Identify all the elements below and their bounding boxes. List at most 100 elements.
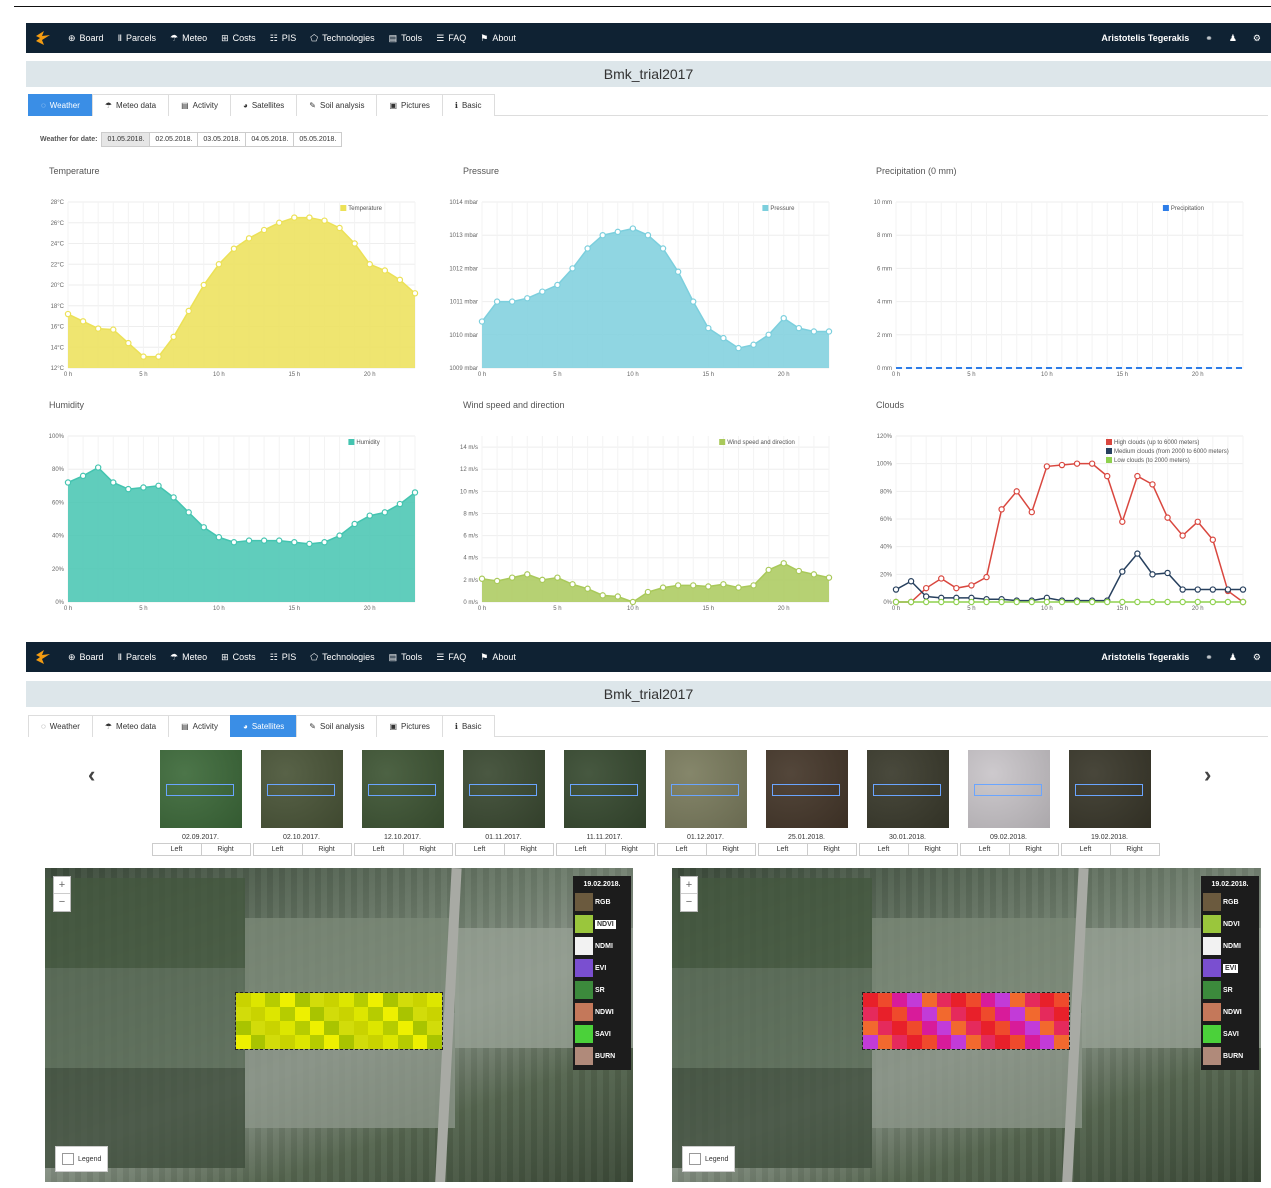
- thumbnail-image[interactable]: [563, 750, 646, 828]
- glasses-icon[interactable]: ⚭: [1205, 33, 1213, 44]
- left-button[interactable]: Left: [252, 843, 303, 856]
- layer-savi[interactable]: SAVI: [1203, 1023, 1257, 1045]
- left-button[interactable]: Left: [757, 843, 808, 856]
- legend-toggle[interactable]: Legend: [682, 1146, 736, 1172]
- nav-item-parcels[interactable]: Ⅱ Parcels: [118, 652, 156, 663]
- nav-item-tools[interactable]: ▤ Tools: [389, 33, 423, 44]
- tab-pictures[interactable]: ▣ Pictures: [376, 94, 443, 116]
- tab-weather[interactable]: ◌ Weather: [28, 94, 93, 116]
- left-button[interactable]: Left: [454, 843, 505, 856]
- left-button[interactable]: Left: [959, 843, 1010, 856]
- nav-item-costs[interactable]: ⊞ Costs: [221, 652, 256, 663]
- legend-toggle[interactable]: Legend: [55, 1146, 109, 1172]
- nav-item-costs[interactable]: ⊞ Costs: [221, 33, 256, 44]
- layer-evi[interactable]: EVI: [1203, 957, 1257, 979]
- right-button[interactable]: Right: [806, 843, 857, 856]
- nav-item-meteo[interactable]: ☂ Meteo: [170, 652, 207, 663]
- thumbnail-image[interactable]: [765, 750, 848, 828]
- tab-weather[interactable]: ◌ Weather: [28, 715, 93, 737]
- layer-savi[interactable]: SAVI: [575, 1023, 629, 1045]
- settings-icon[interactable]: ⚙: [1253, 652, 1261, 663]
- layer-sr[interactable]: SR: [575, 979, 629, 1001]
- glasses-icon[interactable]: ⚭: [1205, 652, 1213, 663]
- tab-soil-analysis[interactable]: ✎ Soil analysis: [296, 715, 378, 737]
- tab-activity[interactable]: ▤ Activity: [168, 94, 231, 116]
- tab-basic[interactable]: ℹ Basic: [441, 715, 495, 737]
- tab-activity[interactable]: ▤ Activity: [168, 715, 231, 737]
- right-button[interactable]: Right: [907, 843, 958, 856]
- legend-checkbox[interactable]: [689, 1153, 701, 1165]
- layer-rgb[interactable]: RGB: [575, 891, 629, 913]
- layer-ndvi[interactable]: NDVI: [575, 913, 629, 935]
- left-button[interactable]: Left: [858, 843, 909, 856]
- satellite-map-right[interactable]: + − 19.02.2018. RGB NDVI NDMI EVI SR NDWI SAVI BUR…: [672, 868, 1261, 1182]
- thumbnail-image[interactable]: [361, 750, 444, 828]
- right-button[interactable]: Right: [1109, 843, 1160, 856]
- layer-rgb[interactable]: RGB: [1203, 891, 1257, 913]
- thumbnail-image[interactable]: [260, 750, 343, 828]
- nav-item-board[interactable]: ⊕ Board: [68, 652, 104, 663]
- nav-item-parcels[interactable]: Ⅱ Parcels: [118, 33, 156, 44]
- thumbnail-image[interactable]: [967, 750, 1050, 828]
- layer-sr[interactable]: SR: [1203, 979, 1257, 1001]
- left-button[interactable]: Left: [1060, 843, 1111, 856]
- tab-soil-analysis[interactable]: ✎ Soil analysis: [296, 94, 378, 116]
- user-name[interactable]: Aristotelis Tegerakis: [1101, 652, 1189, 662]
- date-button[interactable]: 03.05.2018.: [197, 132, 247, 147]
- nav-item-about[interactable]: ⚑ About: [480, 33, 516, 44]
- app-logo-icon[interactable]: [26, 23, 60, 53]
- zoom-in-button[interactable]: +: [54, 877, 70, 894]
- layer-burn[interactable]: BURN: [575, 1045, 629, 1067]
- nav-item-meteo[interactable]: ☂ Meteo: [170, 33, 207, 44]
- zoom-in-button[interactable]: +: [681, 877, 697, 894]
- left-button[interactable]: Left: [151, 843, 202, 856]
- layer-ndwi[interactable]: NDWI: [1203, 1001, 1257, 1023]
- thumbnail-image[interactable]: [866, 750, 949, 828]
- nav-item-tools[interactable]: ▤ Tools: [389, 652, 423, 663]
- tab-basic[interactable]: ℹ Basic: [441, 94, 495, 116]
- users-icon[interactable]: ♟: [1229, 33, 1237, 44]
- app-logo-icon[interactable]: [26, 642, 60, 672]
- tab-satellites[interactable]: ◕ Satellites: [229, 94, 298, 116]
- left-button[interactable]: Left: [353, 843, 404, 856]
- right-button[interactable]: Right: [705, 843, 756, 856]
- thumb-prev-arrow-icon[interactable]: ‹: [88, 762, 95, 788]
- date-button[interactable]: 01.05.2018.: [101, 132, 151, 147]
- settings-icon[interactable]: ⚙: [1253, 33, 1261, 44]
- right-button[interactable]: Right: [402, 843, 453, 856]
- satellite-map-left[interactable]: + − 19.02.2018. RGB NDVI NDMI EVI SR NDWI SAVI BUR…: [45, 868, 633, 1182]
- date-button[interactable]: 04.05.2018.: [245, 132, 295, 147]
- layer-evi[interactable]: EVI: [575, 957, 629, 979]
- user-name[interactable]: Aristotelis Tegerakis: [1101, 33, 1189, 43]
- tab-satellites[interactable]: ◕ Satellites: [229, 715, 298, 737]
- layer-ndwi[interactable]: NDWI: [575, 1001, 629, 1023]
- right-button[interactable]: Right: [200, 843, 251, 856]
- right-button[interactable]: Right: [1008, 843, 1059, 856]
- right-button[interactable]: Right: [604, 843, 655, 856]
- layer-ndmi[interactable]: NDMI: [575, 935, 629, 957]
- left-button[interactable]: Left: [656, 843, 707, 856]
- layer-burn[interactable]: BURN: [1203, 1045, 1257, 1067]
- nav-item-about[interactable]: ⚑ About: [480, 652, 516, 663]
- nav-item-faq[interactable]: ☰ FAQ: [436, 33, 466, 44]
- thumbnail-image[interactable]: [1068, 750, 1151, 828]
- nav-item-board[interactable]: ⊕ Board: [68, 33, 104, 44]
- thumbnail-image[interactable]: [462, 750, 545, 828]
- nav-item-technologies[interactable]: ⬠ Technologies: [310, 652, 374, 663]
- users-icon[interactable]: ♟: [1229, 652, 1237, 663]
- date-button[interactable]: 02.05.2018.: [149, 132, 199, 147]
- thumbnail-image[interactable]: [159, 750, 242, 828]
- zoom-out-button[interactable]: −: [54, 894, 70, 911]
- tab-pictures[interactable]: ▣ Pictures: [376, 715, 443, 737]
- right-button[interactable]: Right: [503, 843, 554, 856]
- legend-checkbox[interactable]: [62, 1153, 74, 1165]
- layer-ndmi[interactable]: NDMI: [1203, 935, 1257, 957]
- nav-item-technologies[interactable]: ⬠ Technologies: [310, 33, 374, 44]
- right-button[interactable]: Right: [301, 843, 352, 856]
- zoom-out-button[interactable]: −: [681, 894, 697, 911]
- layer-ndvi[interactable]: NDVI: [1203, 913, 1257, 935]
- nav-item-pis[interactable]: ☷ PIS: [270, 33, 297, 44]
- thumbnail-image[interactable]: [664, 750, 747, 828]
- tab-meteo-data[interactable]: ☂ Meteo data: [91, 715, 170, 737]
- thumb-next-arrow-icon[interactable]: ›: [1204, 762, 1211, 788]
